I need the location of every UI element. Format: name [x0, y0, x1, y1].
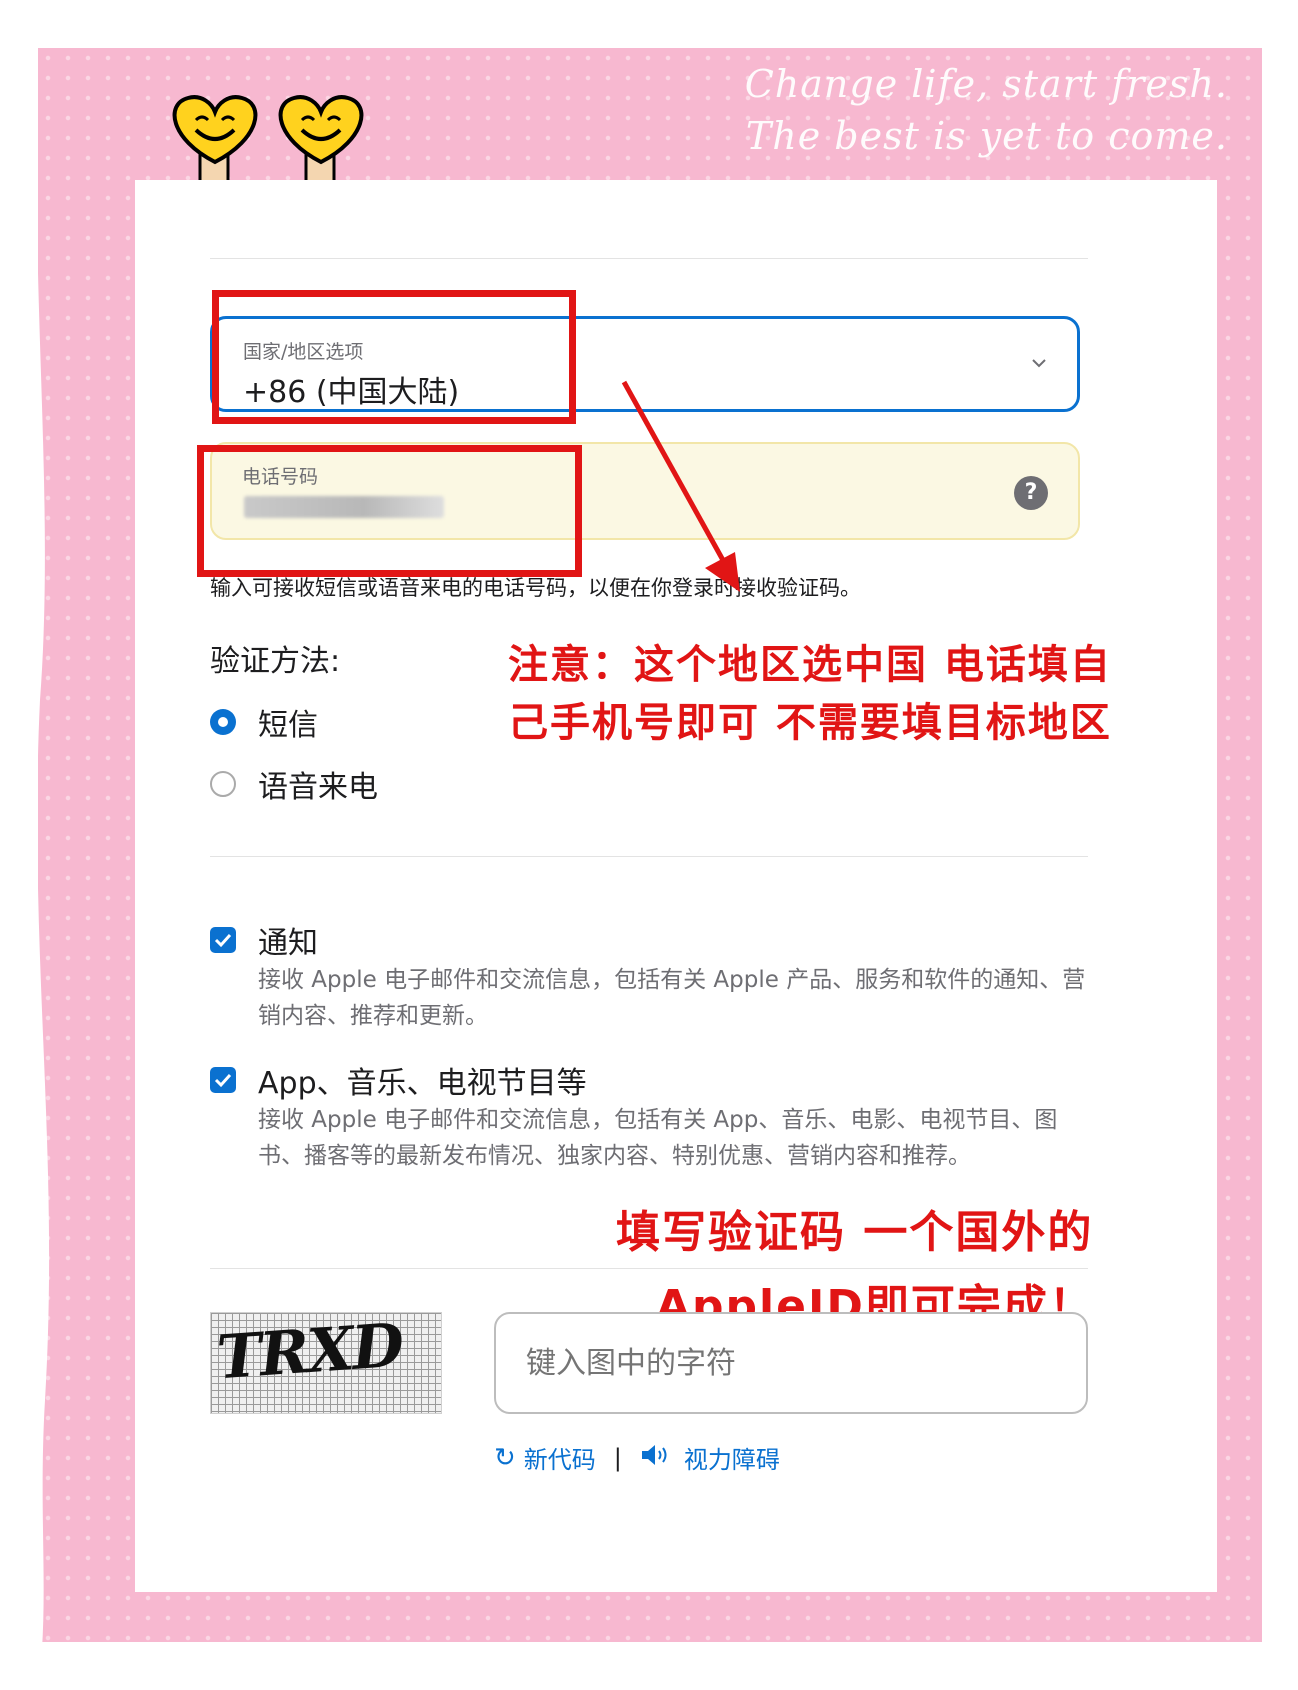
annotation-arrow-icon: [621, 380, 740, 592]
checkbox-checked-icon[interactable]: [210, 1067, 236, 1093]
checkbox-notifications-label: 通知: [258, 926, 318, 961]
refresh-icon[interactable]: ↻: [494, 1443, 516, 1473]
radio-voice-call[interactable]: 语音来电: [210, 762, 378, 806]
notifications-description: 接收 Apple 电子邮件和交流信息，包括有关 Apple 产品、服务和软件的通…: [258, 967, 1086, 1029]
annotation-note-line-2: 己手机号即可 不需要填目标地区: [508, 700, 1112, 746]
middle-divider: [210, 856, 1088, 857]
radio-selected-icon[interactable]: [210, 709, 236, 735]
link-separator: |: [613, 1443, 622, 1472]
radio-unselected-icon[interactable]: [210, 771, 236, 797]
verification-method-title: 验证方法:: [210, 644, 341, 679]
vision-impaired-link[interactable]: 视力障碍: [684, 1440, 780, 1475]
speaker-icon[interactable]: [640, 1443, 676, 1473]
checkbox-apps-label: App、音乐、电视节目等: [258, 1066, 587, 1101]
annotation-captcha-line-1: 填写验证码 一个国外的: [616, 1207, 1094, 1258]
annotation-note-region: 注意：这个地区选中国 电话填自 己手机号即可 不需要填目标地区: [508, 636, 1112, 752]
captcha-links: ↻ 新代码 | 视力障碍: [494, 1440, 780, 1475]
radio-voice-label: 语音来电: [258, 770, 378, 805]
captcha-input[interactable]: [494, 1312, 1088, 1414]
annotation-note-line-1: 注意：这个地区选中国 电话填自: [508, 642, 1112, 688]
new-code-link[interactable]: 新代码: [524, 1440, 596, 1475]
checkbox-notifications[interactable]: 通知: [210, 918, 318, 962]
captcha-image: TRXD: [210, 1310, 442, 1414]
checkbox-checked-icon[interactable]: [210, 927, 236, 953]
captcha-text: TRXD: [214, 1310, 405, 1394]
radio-sms-label: 短信: [258, 708, 318, 743]
radio-sms[interactable]: 短信: [210, 700, 318, 744]
apps-description: 接收 Apple 电子邮件和交流信息，包括有关 App、音乐、电影、电视节目、图…: [258, 1107, 1058, 1169]
checkbox-apps-music-tv[interactable]: App、音乐、电视节目等: [210, 1058, 587, 1102]
